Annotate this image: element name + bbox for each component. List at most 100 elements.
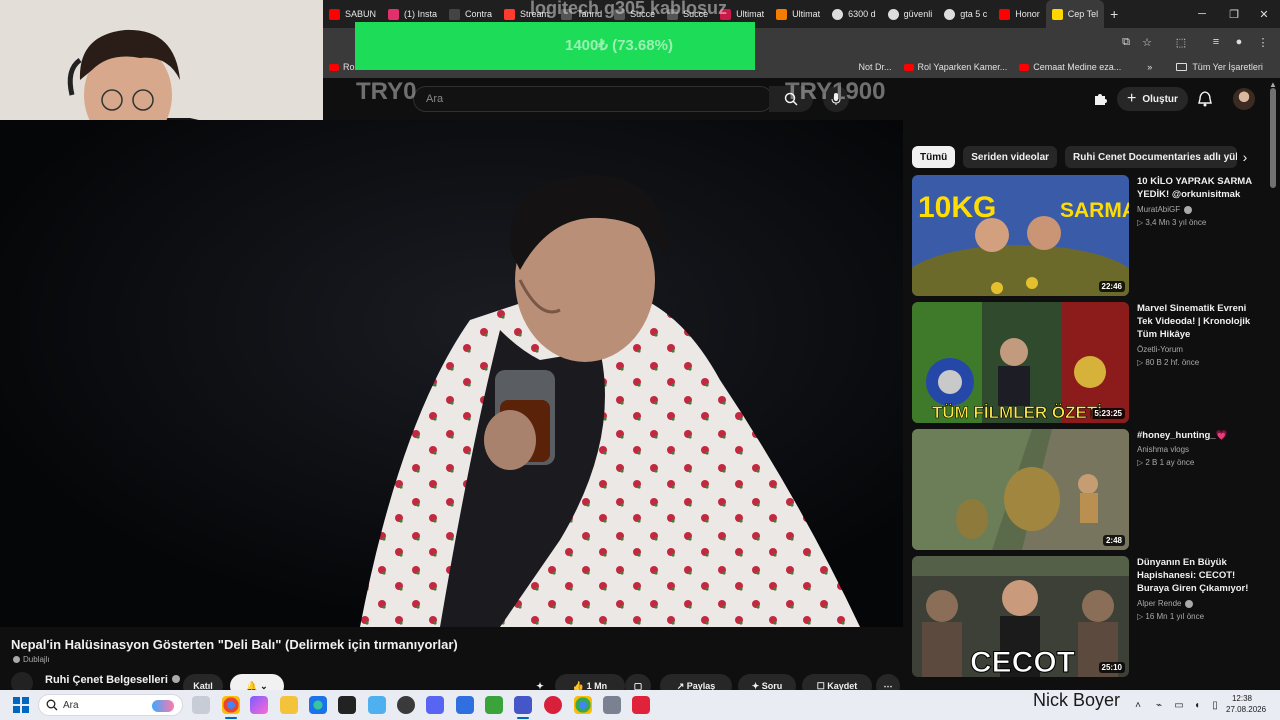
create-button[interactable]: + Oluştur [1117,87,1188,111]
maximize-icon[interactable]: ❐ [1218,0,1250,28]
terminal-icon[interactable] [338,696,356,714]
recommended-channel[interactable]: Anishma vlogs [1137,445,1189,454]
windows-start-icon[interactable] [13,697,29,713]
discord-icon[interactable] [426,696,444,714]
search-input[interactable]: Ara [413,86,773,112]
tab-favicon [832,8,844,20]
app-icon[interactable] [632,696,650,714]
edge-icon[interactable] [309,696,327,714]
tab-favicon [776,8,788,20]
app-icon[interactable] [456,696,474,714]
tab-favicon [1051,8,1063,20]
app-icon[interactable] [514,696,532,714]
menu-dots-icon[interactable]: ⋮ [1255,34,1271,50]
chip-all[interactable]: Tümü [912,146,956,168]
minimize-icon[interactable]: ─ [1186,0,1218,28]
volume-icon[interactable]: ◖ [1190,698,1204,712]
recommended-channel[interactable]: Alper Rende [1137,599,1194,608]
tray-chevron-icon[interactable]: ˄ [1131,698,1145,712]
donation-progress-text: 1400₺ (73.68%) [565,37,673,54]
microphone-tray-icon[interactable]: ⌁ [1152,698,1166,712]
bookmark-star-icon[interactable]: ☆ [1139,34,1155,50]
verified-icon [171,675,180,683]
file-explorer-icon[interactable] [280,696,298,714]
recommended-title[interactable]: #honey_hunting_💗 [1137,429,1262,442]
recommended-channel[interactable]: MuratAbiGF [1137,205,1193,214]
obs-icon[interactable] [397,696,415,714]
active-app-indicator [225,717,237,719]
new-tab-icon[interactable]: + [1104,6,1124,22]
sidebar-scrollbar[interactable] [1270,88,1276,188]
youtube-icon [329,63,339,71]
thumbnail-image: CECOT [912,556,1129,677]
browser-tab-active[interactable]: Cep Tel [1045,0,1105,28]
youtube-icon [903,63,914,71]
scroll-up-icon[interactable]: ▲ [1268,80,1278,89]
tab-favicon [388,8,400,20]
video-frame-image [0,120,903,627]
thumbnail-image: 10KG SARMA [912,175,1129,296]
recommended-meta: ▷ 2 B 1 ay önce [1137,458,1195,467]
chrome-icon[interactable] [222,696,240,714]
extension-puzzle-icon[interactable] [1089,88,1111,110]
thumb-text: TÜM FİLMLER ÖZETİ [932,403,1102,422]
recommended-meta: ▷ 16 Mn 1 yıl önce [1137,612,1205,621]
bookmark-item[interactable]: Not Dr... [853,62,898,72]
recommended-video[interactable]: 10KG SARMA 22:46 10 KİLO YAPRAK SARMA YE… [912,175,1262,297]
app-icon[interactable] [544,696,562,714]
recommended-title[interactable]: Dünyanın En Büyük Hapishanesi: CECOT! Bu… [1137,556,1262,595]
video-thumbnail[interactable]: CECOT 25:10 [912,556,1129,677]
extensions-icon[interactable]: ⬚ [1173,34,1189,50]
taskbar-clock[interactable]: 12:38 27.08.2026 [1226,693,1266,715]
video-thumbnail[interactable]: TÜM FİLMLER ÖZETİ 5:23:25 [912,302,1129,423]
folder-icon [1176,63,1188,71]
browser-tab[interactable]: 6300 d [826,0,882,28]
recommended-video[interactable]: CECOT 25:10 Dünyanın En Büyük Hapishanes… [912,556,1262,678]
tab-favicon [504,8,516,20]
thumbnail-image [912,429,1129,550]
bookmark-item[interactable]: Cemaat Medine eza... [1013,62,1127,72]
all-bookmarks[interactable]: Tüm Yer İşaretleri [1170,62,1269,72]
recommended-title[interactable]: 10 KİLO YAPRAK SARMA YEDİK! @orkunisitma… [1137,175,1262,201]
tab-favicon [999,8,1011,20]
bookmark-item[interactable]: Rol Yaparken Kamer... [898,62,1014,72]
bookmarks-overflow-icon[interactable]: » [1141,62,1158,72]
video-thumbnail[interactable]: 2:48 [912,429,1129,550]
copilot-icon[interactable] [250,696,268,714]
browser-tab[interactable]: Honor [993,0,1046,28]
browser-tab[interactable]: Ultimat [770,0,826,28]
video-title: Nepal'in Halüsinasyon Gösterten "Deli Ba… [11,637,458,652]
chip-series[interactable]: Seriden videolar [963,146,1058,168]
thumb-text: CECOT [970,646,1075,677]
network-icon[interactable]: ▭ [1172,698,1186,712]
video-player[interactable] [0,120,903,627]
battery-icon[interactable]: ▯ [1208,698,1222,712]
chrome-icon[interactable] [574,696,592,714]
recommended-title[interactable]: Marvel Sinematik Evreni Tek Videoda! | K… [1137,302,1262,341]
chip-uploader[interactable]: Ruhi Cenet Documentaries adlı yükleyici [1065,146,1238,168]
channel-name[interactable]: Ruhi Çenet Belgeselleri [45,674,180,686]
notifications-bell-icon[interactable] [1194,88,1216,110]
verified-icon [1184,205,1193,214]
chevron-right-icon[interactable]: › [1236,148,1254,166]
cast-icon[interactable]: ⧉ [1118,34,1134,50]
search-highlight-icon [152,700,174,712]
recommended-channel[interactable]: Özetli-Yorum [1137,345,1183,354]
recommended-video[interactable]: TÜM FİLMLER ÖZETİ 5:23:25 Marvel Sinemat… [912,302,1262,424]
task-view-icon[interactable] [192,696,210,714]
taskbar-search-input[interactable]: Ara [38,694,183,716]
profile-icon[interactable]: ● [1231,34,1247,50]
reading-list-icon[interactable]: ≡ [1208,34,1224,50]
video-thumbnail[interactable]: 10KG SARMA 22:46 [912,175,1129,296]
screen: SABUN (1) Insta Contra Stream Tanrıd Suc… [0,0,1280,720]
browser-tab[interactable]: güvenli [882,0,939,28]
recommended-video[interactable]: 2:48 #honey_hunting_💗 Anishma vlogs ▷ 2 … [912,429,1262,551]
browser-tab[interactable]: gta 5 c [938,0,993,28]
app-icon[interactable] [603,696,621,714]
store-icon[interactable] [368,696,386,714]
donation-min-label: TRY0 [356,78,417,105]
channel-row: Ruhi Çenet Belgeselleri Katıl 🔔 ⌄ ✦ 👍 1 … [0,668,903,698]
minecraft-icon[interactable] [485,696,503,714]
close-icon[interactable]: ✕ [1248,0,1280,28]
account-avatar[interactable] [1233,88,1255,110]
